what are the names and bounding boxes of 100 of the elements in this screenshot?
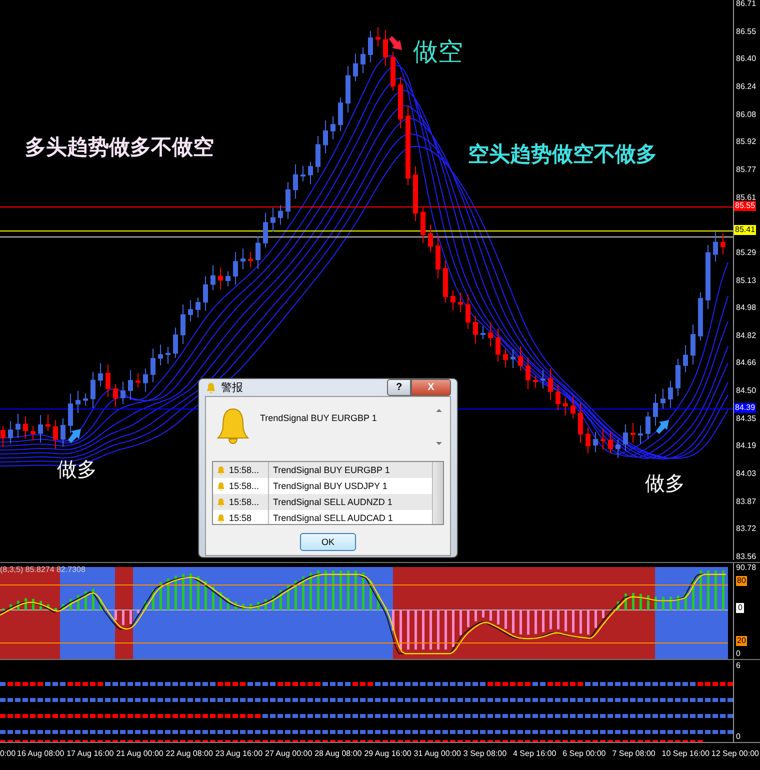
price-label: 86.08 bbox=[736, 110, 756, 120]
candle bbox=[383, 30, 388, 66]
scale-label: 0 bbox=[736, 649, 740, 659]
candle bbox=[76, 390, 80, 414]
candle bbox=[413, 166, 418, 222]
candle bbox=[586, 427, 590, 454]
candle bbox=[563, 397, 568, 416]
candle bbox=[398, 76, 403, 129]
price-label: 84.50 bbox=[736, 386, 756, 396]
candle bbox=[323, 120, 328, 154]
time-label: 17 Aug 16:00 bbox=[66, 749, 114, 758]
price-label: 86.40 bbox=[736, 54, 756, 64]
candle bbox=[300, 165, 306, 182]
price-label: 84.19 bbox=[736, 441, 756, 452]
candle bbox=[473, 315, 478, 344]
level-marker: 80 bbox=[736, 576, 747, 586]
alert-time: 15:58... bbox=[229, 465, 260, 475]
annotation-text: 空头趋势做空不做多 bbox=[468, 141, 657, 168]
time-label: 31 Aug 00:00 bbox=[414, 749, 461, 758]
dialog-title: 警报 bbox=[221, 381, 244, 395]
candle bbox=[143, 368, 148, 392]
candle bbox=[68, 393, 73, 434]
candle bbox=[90, 372, 96, 409]
help-button[interactable]: ? bbox=[387, 379, 411, 396]
candle bbox=[420, 207, 426, 244]
price-label: 86.24 bbox=[736, 82, 756, 92]
candle bbox=[653, 393, 658, 426]
time-label: 7 Sep 08:00 bbox=[612, 749, 656, 758]
candle bbox=[503, 348, 508, 368]
price-label: 86.71 bbox=[736, 0, 756, 9]
candle bbox=[600, 428, 606, 450]
price-label: 84.82 bbox=[736, 330, 756, 341]
candle bbox=[30, 425, 36, 441]
candle bbox=[368, 30, 373, 63]
annotation-text: 做多 bbox=[645, 470, 685, 497]
bell-icon bbox=[216, 407, 250, 447]
price-label: 85.77 bbox=[736, 164, 756, 175]
candle bbox=[496, 328, 500, 362]
candle bbox=[706, 244, 710, 310]
candle bbox=[376, 26, 380, 47]
candle bbox=[226, 270, 230, 287]
candle bbox=[338, 97, 343, 132]
list-row[interactable]: 15:58... TrendSignal BUY EURGBP 1 bbox=[213, 462, 432, 478]
candle bbox=[293, 164, 298, 200]
list-row[interactable]: 15:58... TrendSignal SELL AUDNZD 1 bbox=[213, 494, 432, 510]
candle bbox=[233, 252, 238, 286]
alert-time: 15:58... bbox=[229, 481, 260, 491]
candle bbox=[316, 135, 320, 174]
time-label: 27 Aug 00:00 bbox=[265, 749, 312, 758]
candle bbox=[638, 425, 643, 444]
time-label: 3 Sep 08:00 bbox=[463, 749, 507, 758]
bell-icon bbox=[216, 480, 226, 492]
candle bbox=[158, 344, 163, 366]
candle bbox=[196, 296, 200, 318]
candle bbox=[240, 248, 246, 270]
scale-label: 6 bbox=[736, 661, 740, 671]
price-label: 85.13 bbox=[736, 276, 756, 286]
price-label: 85.29 bbox=[736, 248, 756, 258]
up-arrow-icon bbox=[67, 427, 83, 443]
ok-button[interactable]: OK bbox=[300, 533, 356, 551]
candle bbox=[308, 161, 313, 185]
candle bbox=[556, 384, 560, 410]
alert-text: TrendSignal BUY USDJPY 1 bbox=[272, 481, 388, 491]
candle bbox=[270, 207, 276, 232]
candle bbox=[436, 235, 440, 279]
alert-message: TrendSignal BUY EURGBP 1 bbox=[260, 413, 378, 423]
candle bbox=[46, 414, 50, 432]
candle bbox=[676, 358, 680, 396]
alert-text: TrendSignal SELL AUDNZD 1 bbox=[272, 497, 392, 507]
candle bbox=[646, 411, 650, 440]
candle bbox=[278, 204, 283, 226]
candle bbox=[330, 116, 336, 140]
candle bbox=[660, 388, 666, 410]
time-label: 4 Sep 16:00 bbox=[513, 749, 556, 758]
candle bbox=[0, 426, 6, 448]
time-label: 28 Aug 08:00 bbox=[314, 749, 362, 758]
bell-icon bbox=[205, 382, 217, 394]
candle bbox=[180, 304, 186, 345]
alert-time: 15:58 bbox=[229, 513, 252, 523]
candle bbox=[683, 344, 688, 373]
candle bbox=[540, 369, 546, 390]
candle bbox=[136, 372, 140, 388]
candle bbox=[526, 356, 530, 390]
level-marker: 0 bbox=[736, 603, 744, 613]
price-label: 84.98 bbox=[736, 303, 756, 314]
price-marker: 85.41 bbox=[734, 225, 756, 235]
candle bbox=[630, 422, 636, 444]
candle bbox=[458, 292, 463, 313]
candle bbox=[166, 346, 170, 364]
candle bbox=[518, 346, 523, 372]
candle bbox=[570, 396, 576, 419]
price-marker: 85.55 bbox=[734, 201, 756, 211]
up-arrow-icon bbox=[655, 418, 671, 434]
candle bbox=[128, 370, 133, 400]
candle bbox=[38, 414, 43, 444]
candle bbox=[623, 424, 628, 452]
bell-icon bbox=[216, 464, 226, 476]
scrollbar[interactable] bbox=[432, 462, 443, 524]
candle bbox=[668, 380, 673, 408]
candle bbox=[713, 231, 718, 262]
